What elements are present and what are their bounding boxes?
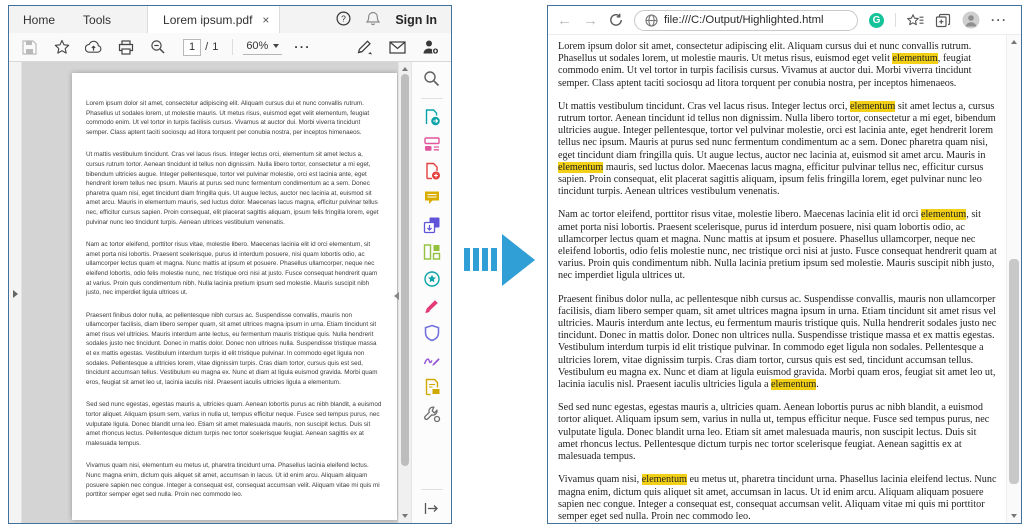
sign-pen-icon[interactable] [356, 39, 373, 55]
zoom-out-icon[interactable] [149, 39, 166, 55]
document-tab-label: Lorem ipsum.pdf [163, 13, 252, 27]
tools-divider [421, 98, 443, 99]
tab-tools[interactable]: Tools [69, 6, 125, 33]
html-paragraph: Lorem ipsum dolor sit amet, consectetur … [558, 41, 998, 90]
combine-files-icon[interactable] [423, 216, 441, 234]
share-cloud-icon[interactable] [85, 40, 102, 54]
pdf-paragraph: Praesent finibus dolor nulla, ac pellent… [86, 311, 383, 388]
browser-window: ← → file:///C:/Output/Highlighted.html G… [547, 5, 1022, 524]
scrollbar-thumb[interactable] [401, 74, 409, 466]
pdf-paragraph: Ut mattis vestibulum tincidunt. Cras vel… [86, 150, 383, 227]
collapse-tools-pane-icon[interactable] [394, 292, 399, 300]
right-arrow-icon [464, 234, 535, 286]
scroll-up-icon[interactable] [402, 67, 408, 71]
html-paragraph: Praesent finibus dolor nulla, ac pellent… [558, 294, 998, 392]
zoom-level-value: 60% [246, 40, 268, 52]
page-number-input[interactable]: 1 [183, 39, 201, 56]
search-icon[interactable] [423, 69, 441, 87]
browser-toolbar: ← → file:///C:/Output/Highlighted.html G… [548, 6, 1021, 35]
more-tools-ellipsis-icon[interactable]: ··· [294, 40, 311, 54]
acrobat-window: Home Tools Lorem ipsum.pdf × ? Sign In [8, 5, 452, 524]
pdf-paragraph: Sed sed nunc egestas, egestas mauris a, … [86, 400, 383, 448]
refresh-icon[interactable] [609, 13, 623, 27]
highlighted-term: elementum [892, 53, 937, 64]
collections-icon[interactable] [935, 13, 951, 28]
tools-panel [411, 62, 451, 523]
page-number-control[interactable]: 1 / 1 [183, 39, 218, 56]
svg-text:?: ? [341, 13, 346, 23]
grammarly-extension-icon[interactable]: G [869, 13, 884, 28]
highlighted-term: elementum [642, 474, 687, 485]
scroll-up-icon[interactable] [1011, 40, 1017, 44]
expand-nav-pane-icon[interactable] [13, 290, 18, 298]
add-user-icon[interactable] [422, 39, 439, 55]
comment-icon[interactable] [423, 189, 441, 207]
acrobat-toolbar: 1 / 1 60% ··· [9, 33, 451, 62]
create-pdf-icon[interactable] [423, 162, 441, 180]
email-icon[interactable] [389, 41, 406, 54]
page-total: 1 [212, 41, 218, 53]
highlighted-term: elementum [921, 209, 966, 220]
html-page-content: Lorem ipsum dolor sit amet, consectetur … [548, 35, 1006, 523]
fill-sign-icon[interactable] [423, 297, 441, 315]
toolbar-separator [895, 13, 896, 27]
save-icon[interactable] [21, 40, 38, 55]
pdf-vertical-scrollbar[interactable] [398, 62, 411, 523]
navigation-pane-strip [9, 62, 22, 523]
notifications-bell-icon[interactable] [366, 11, 380, 29]
chevron-down-icon [273, 44, 279, 48]
pdf-paragraph: Lorem ipsum dolor sit amet, consectetur … [86, 99, 383, 137]
zoom-level-dropdown[interactable]: 60% [243, 39, 282, 55]
pdf-document-area: Lorem ipsum dolor sit amet, consectetur … [22, 62, 398, 523]
scroll-down-icon[interactable] [402, 514, 408, 518]
pdf-page: Lorem ipsum dolor sit amet, consectetur … [72, 73, 397, 520]
transfer-arrow [452, 0, 547, 531]
pdf-paragraph: Nam ac tortor eleifend, porttitor risus … [86, 240, 383, 298]
organize-pages-icon[interactable] [423, 243, 441, 261]
tab-home[interactable]: Home [9, 6, 69, 33]
highlighted-term: elementum [850, 101, 895, 112]
pdf-paragraph: Vivamus quam nisi, elementum eu metus ut… [86, 461, 383, 499]
browser-more-icon[interactable]: ··· [991, 13, 1008, 27]
scroll-down-icon[interactable] [1011, 514, 1017, 518]
export-pdf-icon[interactable] [423, 108, 441, 126]
forward-icon[interactable]: → [583, 13, 598, 28]
help-icon[interactable]: ? [336, 11, 351, 29]
print-icon[interactable] [117, 40, 134, 55]
back-icon[interactable]: ← [557, 13, 572, 28]
more-tools-wrench-icon[interactable] [423, 405, 441, 423]
highlighted-term: elementum [558, 162, 603, 173]
html-paragraph: Sed sed nunc egestas, egestas mauris a, … [558, 402, 998, 463]
request-signatures-icon[interactable] [423, 351, 441, 369]
scrollbar-thumb[interactable] [1009, 259, 1019, 483]
tools-divider [421, 489, 443, 490]
edit-pdf-icon[interactable] [423, 135, 441, 153]
protect-pdf-icon[interactable] [423, 324, 441, 342]
html-paragraph: Ut mattis vestibulum tincidunt. Cras vel… [558, 101, 998, 199]
browser-vertical-scrollbar[interactable] [1006, 35, 1021, 523]
site-globe-icon [645, 14, 658, 27]
url-text[interactable]: file:///C:/Output/Highlighted.html [664, 14, 824, 26]
html-paragraph: Vivamus quam nisi, elementum eu metus ut… [558, 474, 998, 523]
toolbar-divider [232, 39, 233, 55]
open-tools-pane-icon[interactable] [423, 499, 441, 517]
page-divider: / [205, 41, 208, 53]
compress-pdf-icon[interactable] [423, 270, 441, 288]
document-tab[interactable]: Lorem ipsum.pdf × [147, 6, 280, 33]
star-icon[interactable] [53, 39, 70, 55]
profile-avatar[interactable] [962, 11, 980, 29]
sign-in-button[interactable]: Sign In [395, 13, 437, 27]
acrobat-tab-bar: Home Tools Lorem ipsum.pdf × ? Sign In [9, 6, 451, 33]
prepare-form-icon[interactable] [423, 378, 441, 396]
address-bar[interactable]: file:///C:/Output/Highlighted.html [634, 10, 858, 31]
highlighted-term: elementum [771, 379, 816, 390]
close-tab-icon[interactable]: × [262, 14, 269, 26]
favorites-icon[interactable] [907, 13, 924, 28]
html-paragraph: Nam ac tortor eleifend, porttitor risus … [558, 209, 998, 282]
